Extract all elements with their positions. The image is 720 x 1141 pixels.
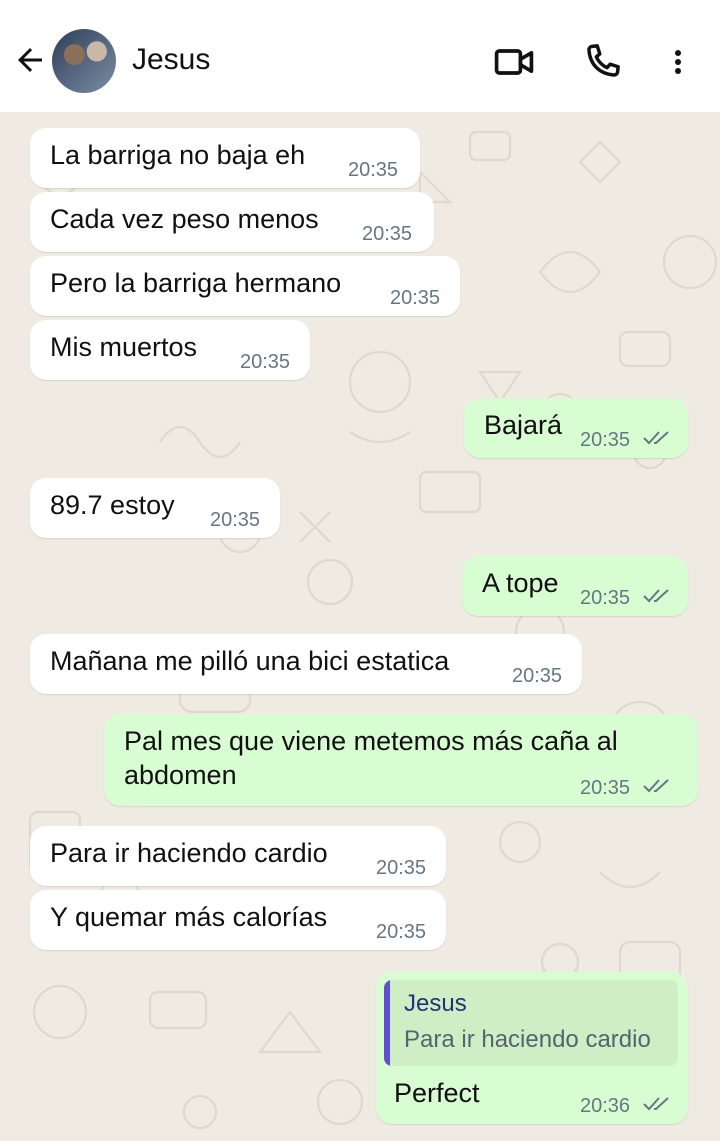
message-incoming[interactable]: Y quemar más calorías 20:35 xyxy=(30,890,446,950)
read-receipt-icon xyxy=(643,431,669,445)
quote-accent-bar xyxy=(384,980,390,1066)
read-receipt-icon xyxy=(643,589,669,603)
quote-author: Jesus xyxy=(404,990,467,1017)
message-incoming[interactable]: Mañana me pilló una bici estatica 20:35 xyxy=(30,634,582,694)
message-incoming[interactable]: Para ir haciendo cardio 20:35 xyxy=(30,826,446,886)
chat-header: Jesus xyxy=(0,0,720,112)
message-outgoing[interactable]: Pal mes que viene metemos más caña al ab… xyxy=(104,714,698,806)
message-text: Para ir haciendo cardio xyxy=(50,838,328,868)
more-vert-icon[interactable] xyxy=(660,40,696,84)
message-time: 20:35 xyxy=(362,223,413,245)
message-text: Mis muertos xyxy=(50,332,198,362)
phone-icon[interactable] xyxy=(580,40,624,84)
message-outgoing[interactable]: A tope 20:35 xyxy=(462,556,688,616)
message-incoming[interactable]: Mis muertos 20:35 xyxy=(30,320,310,380)
message-text: Perfect xyxy=(394,1078,480,1108)
message-text: Cada vez peso menos xyxy=(50,204,319,234)
reply-quote[interactable]: Jesus Para ir haciendo cardio xyxy=(384,980,678,1066)
message-time: 20:35 xyxy=(240,351,291,373)
message-time: 20:35 xyxy=(512,665,563,687)
message-time: 20:35 xyxy=(580,587,631,609)
quote-text: Para ir haciendo cardio xyxy=(404,1026,651,1053)
avatar[interactable] xyxy=(52,29,116,93)
chat-area[interactable]: La barriga no baja eh 20:35 Cada vez pes… xyxy=(0,112,720,1141)
read-receipt-icon xyxy=(643,779,669,793)
message-time: 20:35 xyxy=(376,921,427,943)
message-time: 20:35 xyxy=(390,287,441,309)
message-text: Pero la barriga hermano xyxy=(50,268,342,298)
message-incoming[interactable]: La barriga no baja eh 20:35 xyxy=(30,128,420,188)
message-time: 20:35 xyxy=(348,159,399,181)
message-time: 20:35 xyxy=(580,777,631,799)
message-incoming[interactable]: Pero la barriga hermano 20:35 xyxy=(30,256,460,316)
video-call-icon[interactable] xyxy=(492,40,536,84)
message-text: La barriga no baja eh xyxy=(50,140,306,170)
message-time: 20:35 xyxy=(210,509,261,531)
arrow-left-icon[interactable] xyxy=(12,42,48,78)
message-text: 89.7 estoy xyxy=(50,490,175,520)
message-outgoing-reply[interactable]: Jesus Para ir haciendo cardio Perfect 20… xyxy=(376,972,688,1124)
read-receipt-icon xyxy=(643,1097,669,1111)
message-time: 20:35 xyxy=(580,429,631,451)
message-time: 20:36 xyxy=(580,1095,631,1117)
message-incoming[interactable]: 89.7 estoy 20:35 xyxy=(30,478,280,538)
message-text: Y quemar más calorías xyxy=(50,902,328,932)
contact-name[interactable]: Jesus xyxy=(132,40,210,80)
message-incoming[interactable]: Cada vez peso menos 20:35 xyxy=(30,192,434,252)
message-text: A tope xyxy=(482,568,559,598)
message-outgoing[interactable]: Bajará 20:35 xyxy=(464,398,688,458)
message-time: 20:35 xyxy=(376,857,427,879)
message-text: Bajará xyxy=(484,410,563,440)
message-text: Mañana me pilló una bici estatica xyxy=(50,646,450,676)
